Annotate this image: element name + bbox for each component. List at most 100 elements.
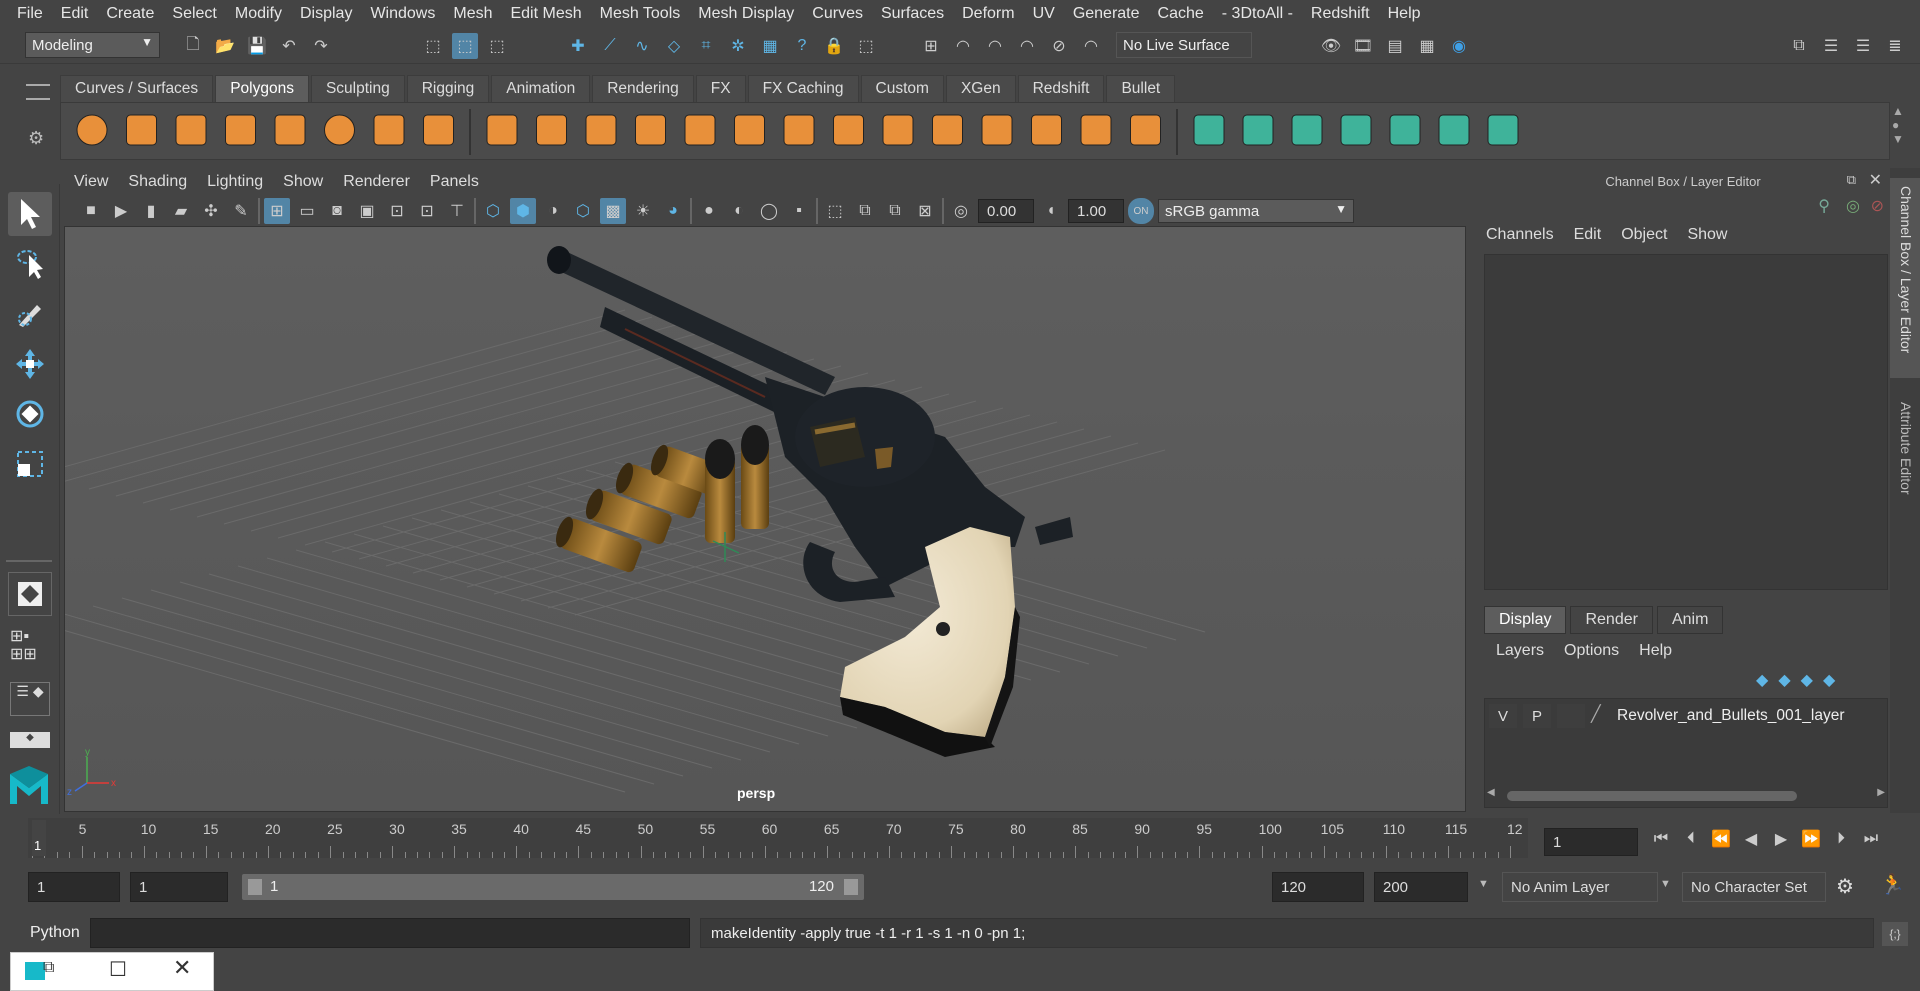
grease-pencil-icon[interactable]: ✎	[228, 198, 254, 224]
menu-3dtoall[interactable]: - 3DtoAll -	[1213, 5, 1302, 23]
menu-redshift[interactable]: Redshift	[1302, 5, 1379, 23]
single-perspective-layout-icon[interactable]	[8, 572, 52, 616]
rotate-tool-icon[interactable]	[8, 392, 52, 436]
current-frame-field[interactable]: 1	[1544, 828, 1638, 856]
motion-blur-icon[interactable]: ◐	[726, 198, 752, 224]
camera-icon[interactable]: ■	[78, 198, 104, 224]
layer-menu-options[interactable]: Options	[1564, 642, 1619, 660]
menu-edit-mesh[interactable]: Edit Mesh	[501, 5, 590, 23]
menu-mesh-display[interactable]: Mesh Display	[689, 5, 803, 23]
shadows-icon[interactable]: ◕	[660, 198, 686, 224]
colorspace-dropdown[interactable]: sRGB gamma ▼	[1158, 199, 1354, 223]
viewport-menu-shading[interactable]: Shading	[118, 173, 197, 191]
four-view-layout-icon[interactable]: ⊞▪ ⊞⊞	[10, 628, 37, 664]
go-to-start-icon[interactable]: ⏮	[1648, 826, 1674, 852]
play-backwards-icon[interactable]: ◀	[1738, 826, 1764, 852]
lock-icon[interactable]: 🔒	[821, 33, 847, 59]
snap-live-icon[interactable]: ◠	[1078, 33, 1104, 59]
auto-key-icon[interactable]: 🏃	[1880, 872, 1905, 897]
menu-modify[interactable]: Modify	[226, 5, 291, 23]
move-layer-down-icon[interactable]: ◆	[1778, 670, 1790, 690]
combine-icon[interactable]	[486, 114, 518, 146]
layer-type-toggle[interactable]	[1557, 704, 1585, 728]
select-rendering-icon[interactable]: ▦	[757, 33, 783, 59]
wireframe-icon[interactable]: ⬡	[480, 198, 506, 224]
layer-tab-anim[interactable]: Anim	[1656, 606, 1724, 634]
menu-create[interactable]: Create	[97, 5, 163, 23]
shelf-tab-xgen[interactable]: XGen	[945, 75, 1016, 102]
poly-torus-icon[interactable]	[324, 114, 355, 146]
select-hierarchy-icon[interactable]: ⬚	[420, 33, 446, 59]
ipr-render-icon[interactable]: ▤	[1382, 33, 1408, 59]
float-panel-icon[interactable]: ⧉	[1847, 172, 1856, 188]
menu-mesh[interactable]: Mesh	[444, 5, 501, 23]
poly-cylinder-icon[interactable]	[175, 114, 207, 146]
planar-uv-icon[interactable]	[1242, 114, 1274, 146]
step-back-key-icon[interactable]: ⏪	[1708, 826, 1734, 852]
step-forward-key-icon[interactable]: ⏩	[1798, 826, 1824, 852]
shelf-tab-fx[interactable]: FX	[695, 75, 746, 102]
two-d-pan-icon[interactable]: ✣	[198, 198, 224, 224]
menu-edit[interactable]: Edit	[52, 5, 98, 23]
close-panel-icon[interactable]: ✕	[1869, 170, 1882, 190]
viewport-menu-panels[interactable]: Panels	[420, 173, 489, 191]
new-layer-from-selection-icon[interactable]: ◆	[1823, 670, 1835, 690]
merge-icon[interactable]	[1080, 114, 1112, 146]
character-set-field[interactable]: No Character Set	[1682, 872, 1826, 902]
step-forward-frame-icon[interactable]: ⏵	[1828, 826, 1854, 852]
menu-deform[interactable]: Deform	[953, 5, 1023, 23]
viewport-menu-lighting[interactable]: Lighting	[197, 173, 273, 191]
maya-window-icon[interactable]	[25, 962, 45, 980]
animation-preferences-icon[interactable]: ⚙	[1836, 874, 1854, 899]
open-scene-icon[interactable]: 📂	[212, 33, 238, 59]
ambient-occlusion-icon[interactable]: ●	[696, 198, 722, 224]
layer-tab-display[interactable]: Display	[1484, 606, 1567, 634]
channel-box-menu-show[interactable]: Show	[1687, 226, 1727, 244]
gamma-field[interactable]: 1.00	[1068, 199, 1124, 223]
hypershade-icon[interactable]: ◉	[1446, 33, 1472, 59]
field-chart-icon[interactable]: ⊡	[384, 198, 410, 224]
poly-pyramid-icon[interactable]	[373, 114, 405, 146]
graph-layout-icon[interactable]: ◆	[10, 732, 50, 748]
render-settings-icon[interactable]: 👁	[1318, 33, 1344, 59]
scroll-thumb[interactable]	[1507, 791, 1797, 801]
select-handles-icon[interactable]: ✚	[565, 33, 591, 59]
snap-point-icon[interactable]: ◠	[982, 33, 1008, 59]
layer-playback-toggle[interactable]: P	[1523, 704, 1551, 728]
multi-cut-icon[interactable]	[783, 114, 815, 146]
shelf-tab-custom[interactable]: Custom	[860, 75, 944, 102]
go-to-end-icon[interactable]: ⏭	[1858, 826, 1884, 852]
outliner-layout-icon[interactable]: ☰ ◆	[10, 682, 50, 716]
playback-end-field[interactable]: 120	[1272, 872, 1364, 902]
select-tool-icon[interactable]	[8, 192, 52, 236]
layer-menu-help[interactable]: Help	[1639, 642, 1672, 660]
live-surface-field[interactable]: No Live Surface	[1116, 32, 1252, 58]
channel-box-toggle-icon[interactable]: ≣	[1882, 33, 1908, 59]
snap-projected-icon[interactable]: ◠	[1014, 33, 1040, 59]
menu-curves[interactable]: Curves	[803, 5, 872, 23]
perspective-viewport[interactable]: y x z persp	[64, 226, 1466, 812]
uv-shell-icon[interactable]	[1487, 114, 1519, 146]
maya-logo-icon[interactable]	[8, 764, 50, 806]
shelf-menu-icon[interactable]	[26, 84, 50, 100]
color-management-toggle-icon[interactable]: ON	[1128, 198, 1154, 224]
menu-mesh-tools[interactable]: Mesh Tools	[591, 5, 690, 23]
save-scene-icon[interactable]: 💾	[244, 33, 270, 59]
select-dynamics-icon[interactable]: ✲	[725, 33, 751, 59]
camera-attributes-icon[interactable]: ▶	[108, 198, 134, 224]
cylindrical-uv-icon[interactable]	[1291, 114, 1323, 146]
booleans-icon[interactable]	[684, 114, 716, 146]
new-empty-layer-icon[interactable]: ◆	[1801, 670, 1813, 690]
layer-menu-layers[interactable]: Layers	[1496, 642, 1544, 660]
anim-layer-field[interactable]: No Anim Layer	[1502, 872, 1658, 902]
xray-icon[interactable]: ⧉	[852, 198, 878, 224]
menu-cache[interactable]: Cache	[1149, 5, 1213, 23]
poly-cube-icon[interactable]	[126, 114, 157, 146]
textured-icon[interactable]: ▩	[600, 198, 626, 224]
undo-icon[interactable]: ↶	[276, 33, 302, 59]
scroll-right-icon[interactable]: ▶	[1877, 787, 1885, 798]
append-icon[interactable]	[981, 114, 1013, 146]
channel-box-menu-edit[interactable]: Edit	[1574, 226, 1602, 244]
command-language-label[interactable]: Python	[30, 924, 80, 942]
channel-box-menu-channels[interactable]: Channels	[1486, 226, 1554, 244]
